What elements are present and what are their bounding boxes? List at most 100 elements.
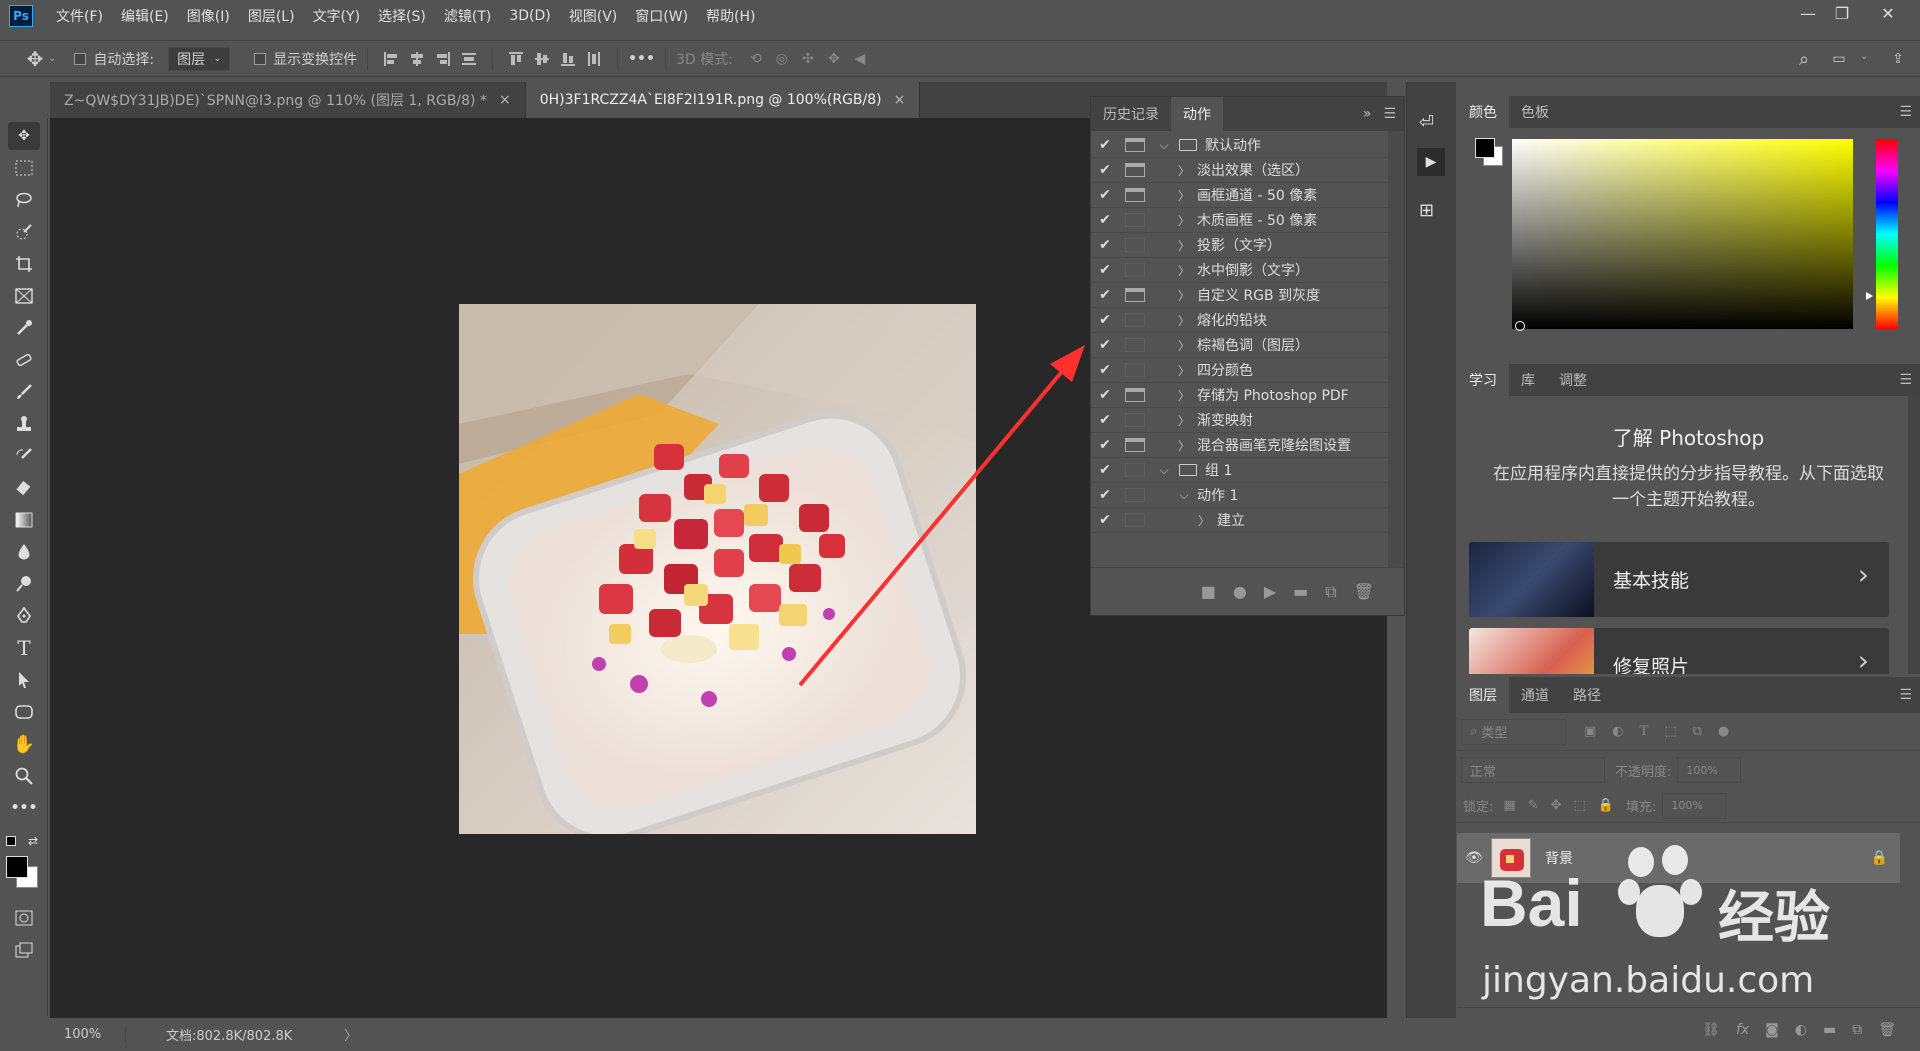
action-row[interactable]: ✔ ⌵ 动作 1	[1091, 483, 1388, 508]
action-row[interactable]: ✔ 〉熔化的铅块	[1091, 308, 1388, 333]
chevron-right-icon[interactable]: 〉	[1195, 512, 1213, 529]
action-row[interactable]: ✔ 〉木质画框 - 50 像素	[1091, 208, 1388, 233]
filter-toggle-icon[interactable]: ●	[1718, 724, 1729, 739]
action-row[interactable]: ✔ 〉四分颜色	[1091, 358, 1388, 383]
dialog-toggle-icon[interactable]	[1125, 238, 1145, 252]
more-tools-icon[interactable]: •••	[8, 794, 40, 822]
menu-help[interactable]: 帮助(H)	[697, 6, 764, 26]
action-row[interactable]: ✔ 〉棕褐色调（图层）	[1091, 333, 1388, 358]
zoom-level[interactable]: 100%	[64, 1027, 126, 1042]
layer-name[interactable]: 背景	[1545, 848, 1573, 868]
swap-colors-icon[interactable]: ⇄	[28, 834, 38, 848]
frame-tool-icon[interactable]	[8, 282, 40, 310]
menu-window[interactable]: 窗口(W)	[626, 6, 697, 26]
menu-layer[interactable]: 图层(L)	[239, 6, 304, 26]
layer-row[interactable]: 👁 背景 🔒	[1457, 833, 1900, 883]
chevron-right-icon[interactable]: 〉	[1175, 237, 1193, 254]
chevron-right-icon[interactable]: 〉	[1175, 387, 1193, 404]
chevron-right-icon[interactable]: 〉	[1175, 162, 1193, 179]
chevron-right-icon[interactable]: 〉	[1175, 287, 1193, 304]
action-row[interactable]: ✔ 〉画框通道 - 50 像素	[1091, 183, 1388, 208]
tab-channels[interactable]: 通道	[1509, 677, 1561, 713]
blur-tool-icon[interactable]	[8, 538, 40, 566]
restore-icon[interactable]: ❐	[1822, 0, 1862, 26]
search-icon[interactable]: ⌕	[1791, 46, 1817, 72]
tool-preset-chevron-icon[interactable]: ⌄	[48, 53, 56, 64]
shape-tool-icon[interactable]	[8, 698, 40, 726]
dialog-toggle-icon[interactable]	[1125, 513, 1145, 527]
quick-select-tool-icon[interactable]	[8, 218, 40, 246]
toggle-check-icon[interactable]: ✔	[1091, 262, 1119, 278]
eraser-tool-icon[interactable]	[8, 474, 40, 502]
learn-card-basic-skills[interactable]: 基本技能 ›	[1469, 542, 1889, 617]
gradient-tool-icon[interactable]	[8, 506, 40, 534]
filter-shape-icon[interactable]: ⬚	[1664, 724, 1676, 739]
dialog-toggle-icon[interactable]	[1125, 463, 1145, 477]
eyedropper-tool-icon[interactable]	[8, 314, 40, 342]
zoom-tool-icon[interactable]	[8, 762, 40, 790]
chevron-right-icon[interactable]: 〉	[1175, 362, 1193, 379]
dialog-toggle-icon[interactable]	[1125, 313, 1145, 327]
pen-tool-icon[interactable]	[8, 602, 40, 630]
tab-paths[interactable]: 路径	[1561, 677, 1613, 713]
play-icon[interactable]: ▶	[1264, 582, 1276, 601]
move-tool-icon[interactable]: ✥	[22, 46, 48, 72]
action-row[interactable]: ✔ 〉自定义 RGB 到灰度	[1091, 283, 1388, 308]
document-tab-2[interactable]: 0H)3F1RCZZ4A`EI8F2I191R.png @ 100%(RGB/8…	[525, 82, 921, 118]
filter-pixel-icon[interactable]: ▣	[1584, 724, 1596, 739]
collapse-panel-icon[interactable]: »	[1363, 106, 1372, 122]
chevron-right-icon[interactable]: 〉	[1175, 437, 1193, 454]
align-center-icon[interactable]	[404, 46, 430, 72]
dialog-toggle-icon[interactable]	[1125, 288, 1145, 302]
visibility-eye-icon[interactable]: 👁	[1457, 850, 1491, 866]
actions-panel-icon[interactable]: ▶	[1417, 148, 1445, 176]
3d-roll-icon[interactable]: ◎	[769, 46, 795, 72]
toggle-check-icon[interactable]: ✔	[1091, 487, 1119, 503]
toggle-check-icon[interactable]: ✔	[1091, 137, 1119, 153]
3d-slide-icon[interactable]: ✥	[821, 46, 847, 72]
toggle-check-icon[interactable]: ✔	[1091, 387, 1119, 403]
dialog-toggle-icon[interactable]	[1125, 338, 1145, 352]
foreground-color-swatch[interactable]	[6, 856, 28, 878]
history-panel-icon[interactable]: ⏎	[1419, 112, 1445, 138]
tab-layers[interactable]: 图层	[1457, 677, 1509, 713]
3d-scale-icon[interactable]: ◀	[847, 46, 873, 72]
layer-filter-dropdown[interactable]: ⌕ 类型	[1461, 718, 1566, 745]
auto-select-checkbox[interactable]	[74, 52, 87, 65]
link-layers-icon[interactable]: ⛓	[1702, 1022, 1720, 1038]
fill-field[interactable]: 100%	[1662, 792, 1727, 819]
close-tab-icon[interactable]: ×	[894, 92, 906, 108]
lock-position-icon[interactable]: ✥	[1551, 798, 1562, 813]
chevron-right-icon[interactable]: 〉	[1175, 412, 1193, 429]
delete-layer-icon[interactable]: 🗑	[1878, 1022, 1896, 1038]
action-row[interactable]: ✔ 〉建立	[1091, 508, 1388, 533]
type-tool-icon[interactable]: T	[8, 634, 40, 662]
dialog-toggle-icon[interactable]	[1125, 363, 1145, 377]
dialog-toggle-icon[interactable]	[1125, 438, 1145, 452]
chevron-down-icon[interactable]: ⌵	[1175, 488, 1193, 503]
menu-image[interactable]: 图像(I)	[178, 6, 239, 26]
close-tab-icon[interactable]: ×	[499, 92, 511, 108]
status-menu-icon[interactable]: 〉	[344, 1025, 357, 1044]
panel-menu-icon[interactable]: ☰	[1891, 96, 1920, 128]
distribute-horizontal-icon[interactable]	[581, 46, 607, 72]
workspace-chevron-icon[interactable]: ⌄	[1860, 51, 1868, 62]
panel-menu-icon[interactable]: ☰	[1891, 677, 1920, 713]
align-top-icon[interactable]	[503, 46, 529, 72]
layer-style-icon[interactable]: fx	[1736, 1022, 1749, 1038]
tab-adjustments[interactable]: 调整	[1547, 364, 1599, 396]
menu-file[interactable]: 文件(F)	[47, 6, 112, 26]
filter-smart-object-icon[interactable]: ⧉	[1693, 724, 1702, 739]
3d-pan-icon[interactable]: ✣	[795, 46, 821, 72]
move-tool-icon[interactable]: ✥	[8, 122, 40, 150]
chevron-right-icon[interactable]: 〉	[1175, 337, 1193, 354]
color-field[interactable]	[1512, 139, 1853, 329]
lasso-tool-icon[interactable]	[8, 186, 40, 214]
menu-edit[interactable]: 编辑(E)	[112, 6, 178, 26]
toggle-check-icon[interactable]: ✔	[1091, 462, 1119, 478]
menu-view[interactable]: 视图(V)	[560, 6, 627, 26]
color-picker-marker[interactable]	[1515, 321, 1525, 331]
action-row[interactable]: ✔ 〉水中倒影（文字）	[1091, 258, 1388, 283]
tab-libraries[interactable]: 库	[1509, 364, 1547, 396]
toggle-check-icon[interactable]: ✔	[1091, 162, 1119, 178]
